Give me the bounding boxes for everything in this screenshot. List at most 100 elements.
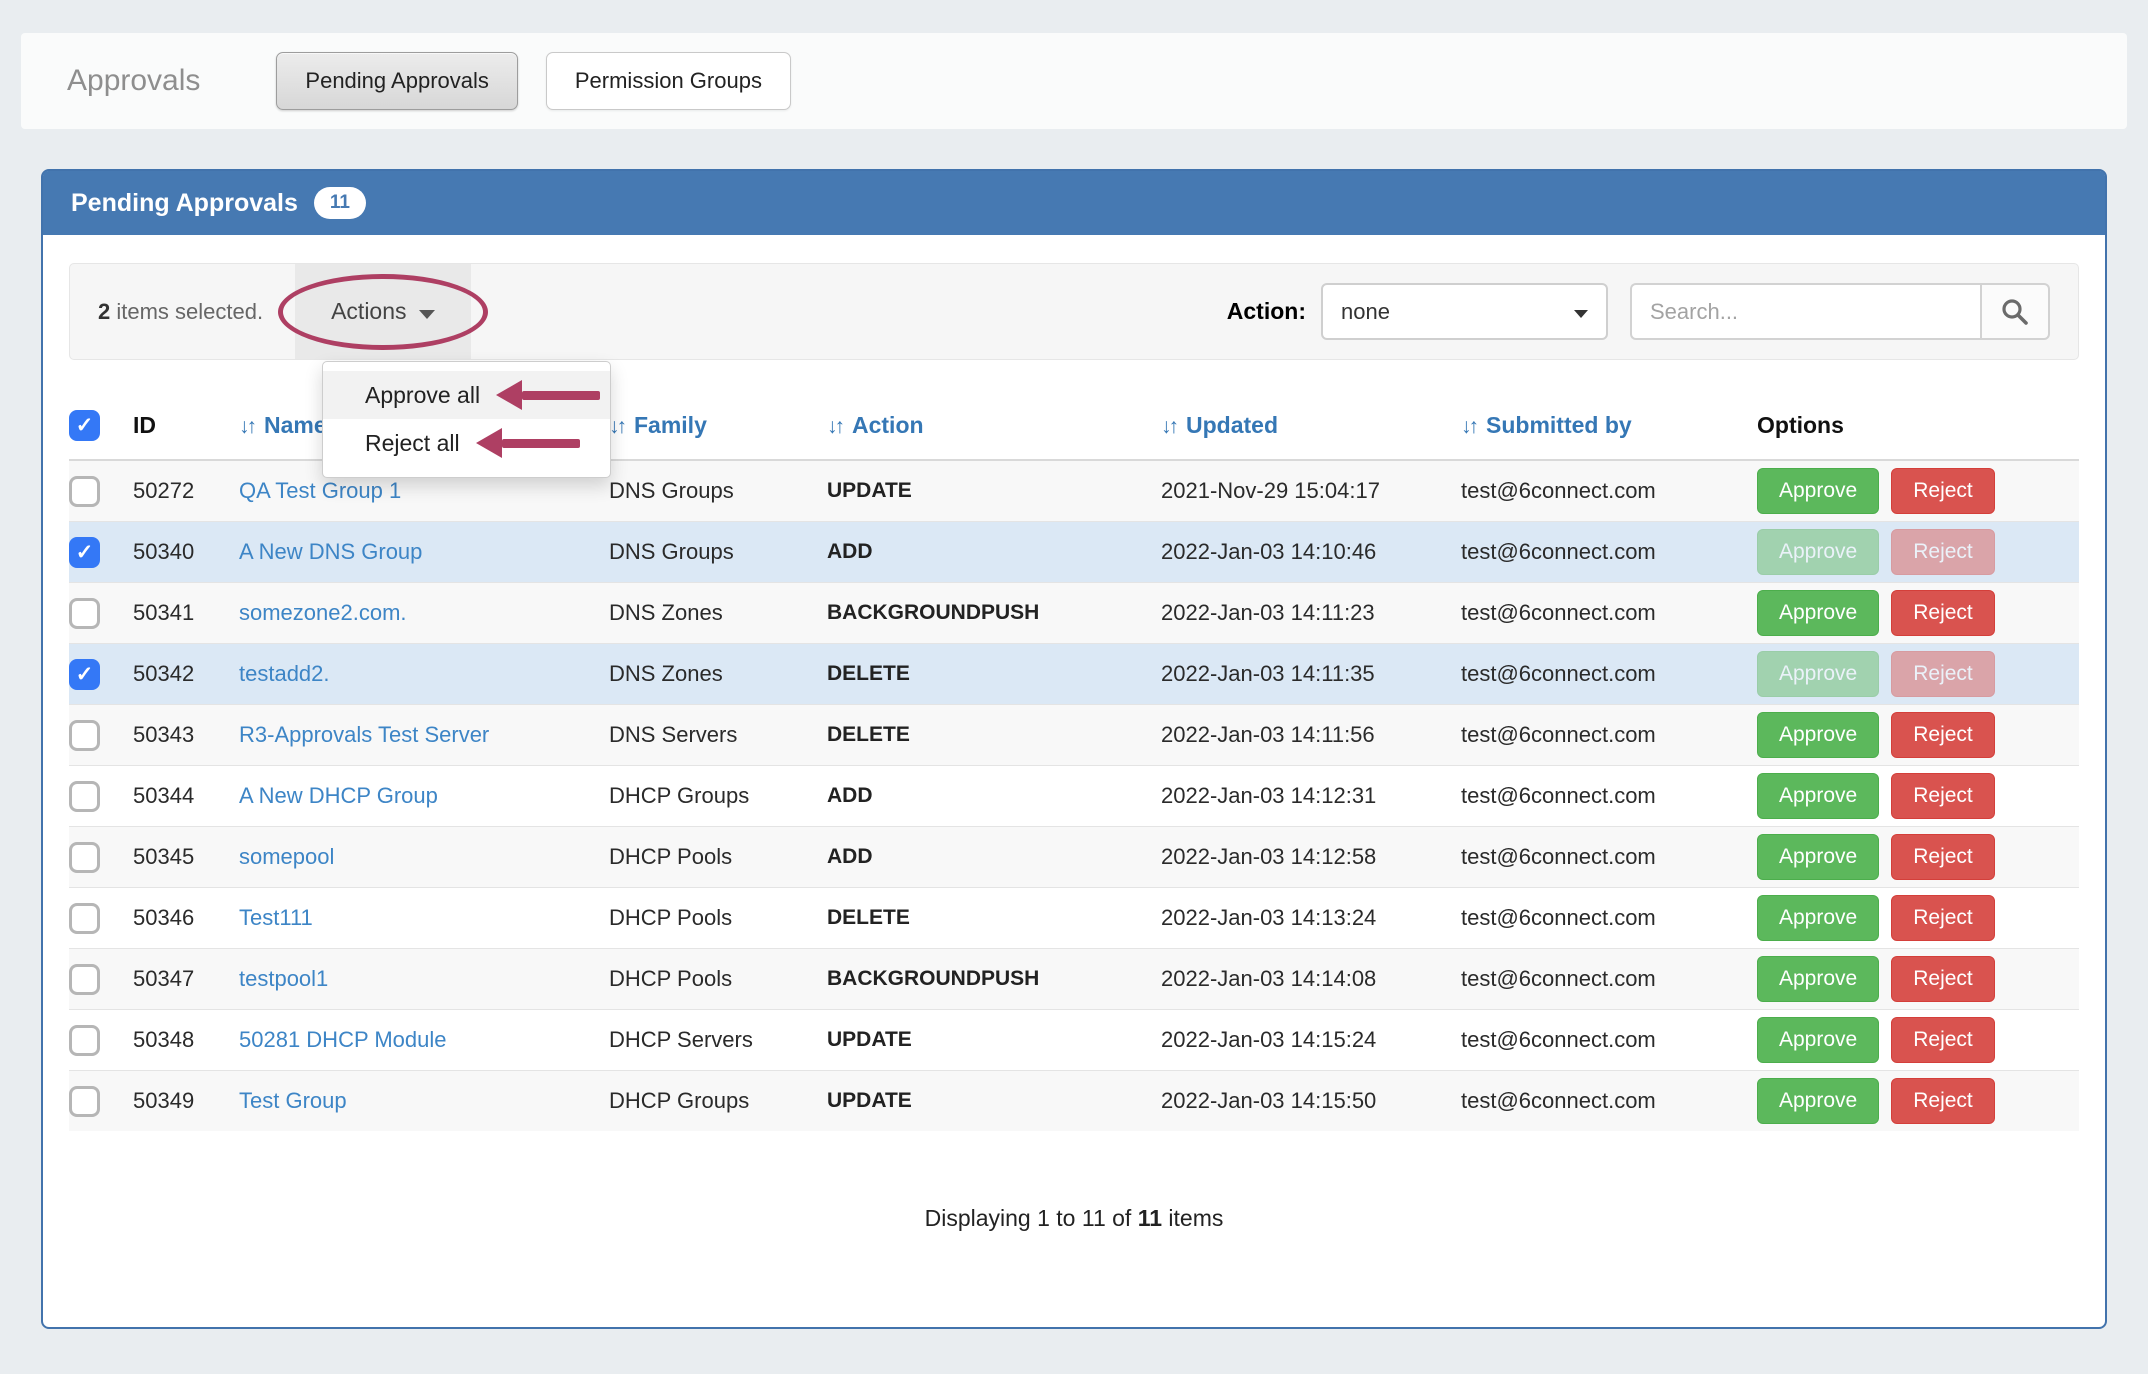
row-checkbox[interactable]: ✓ (69, 658, 100, 690)
cell-id: 50343 (133, 704, 239, 766)
search-input[interactable] (1630, 283, 1980, 340)
row-name-link[interactable]: QA Test Group 1 (239, 478, 401, 503)
cell-updated: 2022-Jan-03 14:10:46 (1161, 521, 1461, 583)
col-header-submitted-by[interactable]: ↓↑ Submitted by (1461, 402, 1757, 461)
sort-icon: ↓↑ (1161, 415, 1179, 438)
row-checkbox[interactable] (69, 597, 100, 629)
cell-id: 50345 (133, 826, 239, 888)
caret-down-icon (1574, 310, 1588, 318)
cell-updated: 2022-Jan-03 14:12:58 (1161, 826, 1461, 888)
reject-button[interactable]: Reject (1891, 590, 1995, 636)
approve-button[interactable]: Approve (1757, 956, 1880, 1002)
cell-submitted-by: test@6connect.com (1461, 765, 1757, 827)
cell-updated: 2022-Jan-03 14:11:56 (1161, 704, 1461, 766)
col-header-family[interactable]: ↓↑ Family (609, 402, 827, 461)
tab-pending-approvals[interactable]: Pending Approvals (276, 52, 518, 110)
approve-button[interactable]: Approve (1757, 1017, 1880, 1063)
cell-action: BACKGROUNDPUSH (827, 582, 1161, 644)
row-checkbox[interactable] (69, 902, 100, 934)
reject-button[interactable]: Reject (1891, 712, 1995, 758)
row-name-link[interactable]: 50281 DHCP Module (239, 1027, 447, 1052)
row-checkbox[interactable] (69, 841, 100, 873)
row-name-link[interactable]: R3-Approvals Test Server (239, 722, 489, 747)
row-name-link[interactable]: A New DHCP Group (239, 783, 438, 808)
reject-button[interactable]: Reject (1891, 773, 1995, 819)
approve-button[interactable]: Approve (1757, 468, 1880, 514)
action-filter-value: none (1341, 298, 1390, 324)
top-bar: Approvals Pending Approvals Permission G… (21, 33, 2127, 129)
row-checkbox[interactable] (69, 1085, 100, 1117)
reject-button[interactable]: Reject (1891, 1017, 1995, 1063)
cell-submitted-by: test@6connect.com (1461, 826, 1757, 888)
cell-submitted-by: test@6connect.com (1461, 704, 1757, 766)
approve-button[interactable]: Approve (1757, 834, 1880, 880)
cell-family: DNS Groups (609, 521, 827, 583)
approve-button[interactable]: Approve (1757, 529, 1880, 575)
cell-family: DHCP Servers (609, 1009, 827, 1071)
actions-dropdown-button[interactable]: Actions (278, 264, 488, 359)
menu-item-approve-all[interactable]: Approve all (323, 371, 610, 419)
cell-submitted-by: test@6connect.com (1461, 887, 1757, 949)
table-row: 50341 somezone2.com. DNS Zones BACKGROUNDPU… (69, 582, 2079, 644)
col-header-action[interactable]: ↓↑ Action (827, 402, 1161, 461)
approve-button[interactable]: Approve (1757, 590, 1880, 636)
annotation-arrow (475, 428, 580, 458)
col-header-options: Options (1757, 402, 2079, 461)
reject-button[interactable]: Reject (1891, 956, 1995, 1002)
table-row: 50349 Test Group DHCP Groups UPDATE 2022-Jan… (69, 1070, 2079, 1131)
row-checkbox[interactable] (69, 1024, 100, 1056)
cell-action: DELETE (827, 887, 1161, 949)
col-header-label: Family (634, 412, 707, 438)
row-name-link[interactable]: Test111 (239, 905, 313, 930)
cell-action: ADD (827, 521, 1161, 583)
reject-button[interactable]: Reject (1891, 834, 1995, 880)
pagination-prefix: Displaying 1 to 11 of (924, 1205, 1138, 1231)
row-name-link[interactable]: A New DNS Group (239, 539, 422, 564)
actions-label: Actions (331, 298, 407, 324)
approve-button[interactable]: Approve (1757, 651, 1880, 697)
row-checkbox[interactable] (69, 963, 100, 995)
reject-button[interactable]: Reject (1891, 895, 1995, 941)
col-header-label: ID (133, 412, 156, 438)
row-name-link[interactable]: Test Group (239, 1088, 347, 1113)
reject-button[interactable]: Reject (1891, 1078, 1995, 1124)
selected-suffix: items selected. (110, 298, 264, 324)
pagination-suffix: items (1162, 1205, 1224, 1231)
approve-button[interactable]: Approve (1757, 712, 1880, 758)
tab-permission-groups[interactable]: Permission Groups (545, 52, 791, 110)
select-all-checkbox[interactable]: ✓ (69, 410, 100, 441)
cell-updated: 2021-Nov-29 15:04:17 (1161, 478, 1380, 503)
reject-button[interactable]: Reject (1891, 529, 1995, 575)
reject-button[interactable]: Reject (1891, 468, 1995, 514)
search-button[interactable] (1980, 283, 2050, 340)
cell-action: ADD (827, 826, 1161, 888)
cell-action: UPDATE (827, 479, 912, 502)
action-filter-select[interactable]: none (1321, 283, 1608, 340)
cell-id: 50349 (133, 1070, 239, 1131)
row-name-link[interactable]: somepool (239, 844, 334, 869)
menu-item-reject-all[interactable]: Reject all (323, 419, 610, 467)
row-name-link[interactable]: testpool1 (239, 966, 328, 991)
cell-action: DELETE (827, 704, 1161, 766)
row-checkbox[interactable] (69, 475, 100, 507)
approvals-page: Approvals Pending Approvals Permission G… (0, 0, 2148, 1374)
row-checkbox[interactable] (69, 719, 100, 751)
col-header-label: Options (1757, 412, 1844, 438)
col-header-updated[interactable]: ↓↑ Updated (1161, 402, 1461, 461)
cell-family: DHCP Pools (609, 887, 827, 949)
reject-button[interactable]: Reject (1891, 651, 1995, 697)
approvals-table: ✓ ID ↓↑ Name ↓↑ Family ↓↑ Action ↓↑ Updated ↓↑ Subm… (69, 402, 2079, 1131)
row-checkbox[interactable] (69, 780, 100, 812)
row-name-link[interactable]: testadd2. (239, 661, 330, 686)
row-name-link[interactable]: somezone2.com. (239, 600, 407, 625)
approve-button[interactable]: Approve (1757, 1078, 1880, 1124)
cell-updated: 2022-Jan-03 14:13:24 (1161, 887, 1461, 949)
cell-family: DNS Zones (609, 643, 827, 705)
approve-button[interactable]: Approve (1757, 773, 1880, 819)
approve-button[interactable]: Approve (1757, 895, 1880, 941)
cell-updated: 2022-Jan-03 14:12:31 (1161, 765, 1461, 827)
table-row: 50344 A New DHCP Group DHCP Groups ADD 2022-… (69, 765, 2079, 827)
cell-family: DNS Servers (609, 704, 827, 766)
row-checkbox[interactable]: ✓ (69, 536, 100, 568)
cell-submitted-by: test@6connect.com (1461, 948, 1757, 1010)
